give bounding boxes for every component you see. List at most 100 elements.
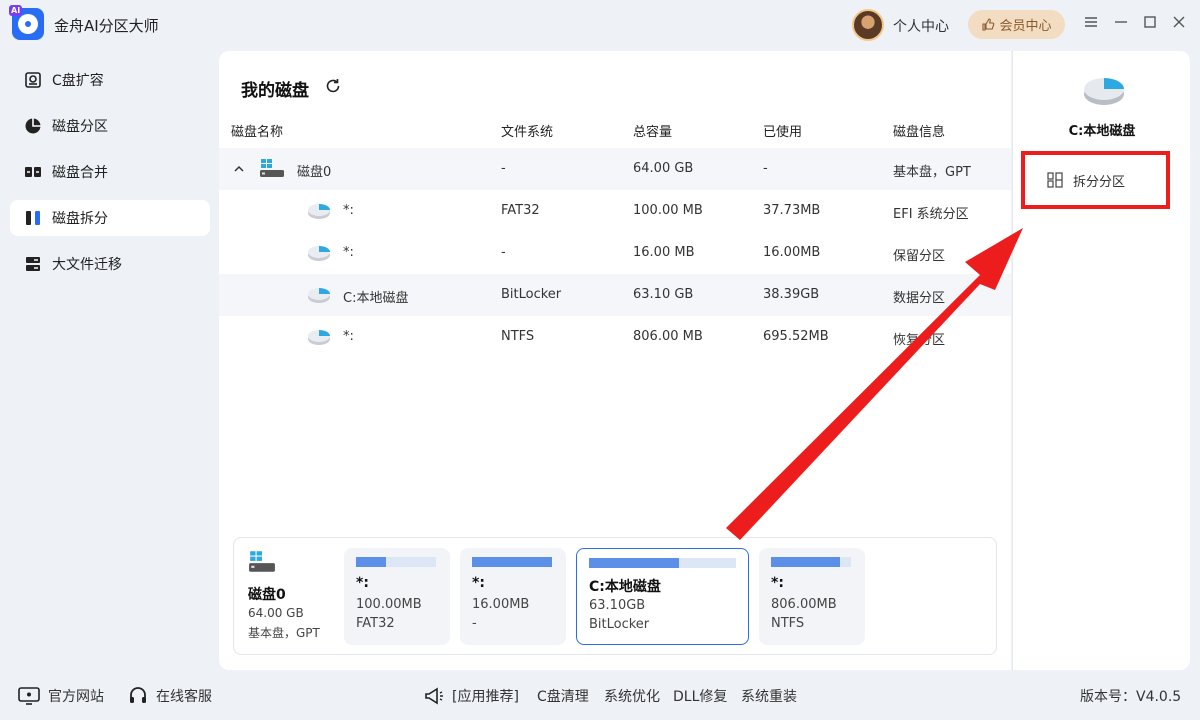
- app-logo-icon: AI: [9, 5, 44, 40]
- online-service-label: 在线客服: [156, 689, 212, 705]
- card-size: 100.00MB: [356, 597, 422, 612]
- map-disk-type: 基本盘，GPT: [248, 626, 320, 640]
- sidebar-item-label: 磁盘拆分: [52, 211, 108, 227]
- official-website-link[interactable]: 官方网站: [18, 686, 104, 706]
- partition-total: 16.00 MB: [633, 245, 695, 260]
- disk-map: 磁盘0 64.00 GB 基本盘，GPT *: 100.00MB FAT32 *…: [233, 537, 997, 655]
- partition-info: 保留分区: [893, 249, 946, 264]
- partition-fs: -: [501, 245, 506, 260]
- partition-card[interactable]: *: 806.00MB NTFS: [759, 548, 865, 645]
- partition-icon: [308, 204, 330, 219]
- vip-center-button[interactable]: 会员中心: [968, 10, 1065, 39]
- personal-center-link[interactable]: 个人中心: [893, 16, 949, 36]
- card-size: 16.00MB: [472, 597, 530, 612]
- partition-name: *:: [343, 203, 354, 218]
- card-size: 806.00MB: [771, 597, 837, 612]
- disk-list-panel: 我的磁盘 磁盘名称 文件系统 总容量 已使用 磁盘信息 磁盘0 - 64.00 …: [219, 51, 1011, 670]
- sidebar-item-label: 磁盘分区: [52, 119, 108, 135]
- partition-info: 恢复分区: [893, 333, 946, 348]
- sidebar-item-partition[interactable]: 磁盘分区: [10, 108, 210, 144]
- table-row-selected[interactable]: C:本地磁盘 BitLocker 63.10 GB 38.39GB 数据分区: [219, 274, 1011, 316]
- partition-card[interactable]: *: 16.00MB -: [460, 548, 566, 645]
- title-bar: AI 金舟AI分区大师 个人中心 会员中心: [0, 0, 1200, 50]
- sidebar-item-merge[interactable]: 磁盘合并: [10, 154, 210, 190]
- monitor-icon: [18, 687, 40, 705]
- partition-name: *:: [343, 329, 354, 344]
- megaphone-icon: [425, 687, 443, 705]
- vip-center-label: 会员中心: [999, 19, 1052, 34]
- partition-card[interactable]: *: 100.00MB FAT32: [344, 548, 450, 645]
- disk-total: 64.00 GB: [633, 161, 694, 176]
- merge-icon: [24, 163, 42, 181]
- card-name: *:: [356, 575, 369, 591]
- card-name: C:本地磁盘: [589, 579, 661, 595]
- partition-name: C:本地磁盘: [343, 291, 409, 306]
- partition-used: 37.73MB: [763, 203, 821, 218]
- footer-link-label: C盘清理: [537, 689, 589, 705]
- partition-used: 695.52MB: [763, 329, 829, 344]
- footer-link-label: DLL修复: [673, 689, 728, 705]
- sidebar-item-split[interactable]: 磁盘拆分: [10, 200, 210, 236]
- usage-bar: [472, 557, 552, 567]
- disk-name: 磁盘0: [297, 165, 332, 180]
- disk-expand-icon: [24, 71, 42, 89]
- refresh-icon[interactable]: [324, 77, 342, 95]
- app-recommend-label: [应用推荐]: [452, 689, 519, 705]
- footer-link-optimize[interactable]: 系统优化: [604, 686, 660, 706]
- card-fs: BitLocker: [589, 617, 650, 632]
- minimize-icon[interactable]: [1111, 14, 1131, 34]
- partition-used: 16.00MB: [763, 245, 821, 260]
- avatar[interactable]: [852, 9, 884, 41]
- maximize-icon[interactable]: [1140, 14, 1160, 34]
- card-name: *:: [771, 575, 784, 591]
- pie-partition-icon: [24, 117, 42, 135]
- footer-link-dll[interactable]: DLL修复: [673, 686, 727, 706]
- split-partition-label: 拆分分区: [1073, 174, 1126, 190]
- map-disk-size: 64.00 GB: [248, 606, 304, 620]
- partition-info: 数据分区: [893, 291, 946, 306]
- sidebar: C盘扩容 磁盘分区 磁盘合并 磁盘拆分 大文件迁移: [10, 62, 210, 292]
- headset-icon: [130, 687, 146, 703]
- operations-panel: C:本地磁盘 拆分分区: [1012, 51, 1190, 670]
- partition-total: 806.00 MB: [633, 329, 703, 344]
- partition-total: 63.10 GB: [633, 287, 694, 302]
- partition-info: EFI 系统分区: [893, 207, 969, 222]
- sidebar-item-label: C盘扩容: [52, 73, 104, 89]
- app-recommend[interactable]: [应用推荐]: [424, 686, 519, 706]
- table-header: 磁盘名称 文件系统 总容量 已使用 磁盘信息: [219, 113, 1011, 147]
- split-grid-icon: [1047, 172, 1063, 188]
- column-header: 已使用: [763, 125, 803, 140]
- logo-badge: AI: [9, 5, 23, 16]
- footer: 官方网站 在线客服 [应用推荐] C盘清理 系统优化 DLL修复 系统重装 版本…: [0, 676, 1200, 720]
- split-partition-button[interactable]: 拆分分区: [1021, 151, 1170, 209]
- footer-link-reinstall[interactable]: 系统重装: [741, 686, 797, 706]
- partition-fs: NTFS: [501, 329, 535, 344]
- footer-link-c-clean[interactable]: C盘清理: [537, 686, 589, 706]
- usage-bar: [771, 557, 840, 567]
- split-icon: [24, 209, 42, 227]
- partition-icon: [308, 330, 330, 345]
- footer-link-label: 系统重装: [741, 689, 797, 705]
- sidebar-item-c-expand[interactable]: C盘扩容: [10, 62, 210, 98]
- usage-bar: [589, 558, 679, 568]
- partition-fs: FAT32: [501, 203, 540, 218]
- selected-partition-title: C:本地磁盘: [1068, 124, 1136, 139]
- partition-used: 38.39GB: [763, 287, 820, 302]
- menu-icon[interactable]: [1081, 14, 1101, 34]
- sidebar-item-label: 磁盘合并: [52, 165, 108, 181]
- column-header: 文件系统: [501, 125, 554, 140]
- table-row[interactable]: *: - 16.00 MB 16.00MB 保留分区: [219, 232, 1011, 274]
- close-icon[interactable]: [1169, 14, 1189, 34]
- partition-fs: BitLocker: [501, 287, 562, 302]
- partition-card-selected[interactable]: C:本地磁盘 63.10GB BitLocker: [576, 548, 749, 645]
- file-migrate-icon: [24, 255, 42, 273]
- sidebar-item-file-migrate[interactable]: 大文件迁移: [10, 246, 210, 282]
- table-row-disk[interactable]: 磁盘0 - 64.00 GB - 基本盘，GPT: [219, 148, 1011, 190]
- table-row[interactable]: *: NTFS 806.00 MB 695.52MB 恢复分区: [219, 316, 1011, 358]
- online-service-link[interactable]: 在线客服: [128, 686, 212, 706]
- column-header: 磁盘信息: [893, 125, 946, 140]
- card-name: *:: [472, 575, 485, 591]
- partition-name: *:: [343, 245, 354, 260]
- chevron-up-icon[interactable]: [233, 163, 245, 175]
- table-row[interactable]: *: FAT32 100.00 MB 37.73MB EFI 系统分区: [219, 190, 1011, 232]
